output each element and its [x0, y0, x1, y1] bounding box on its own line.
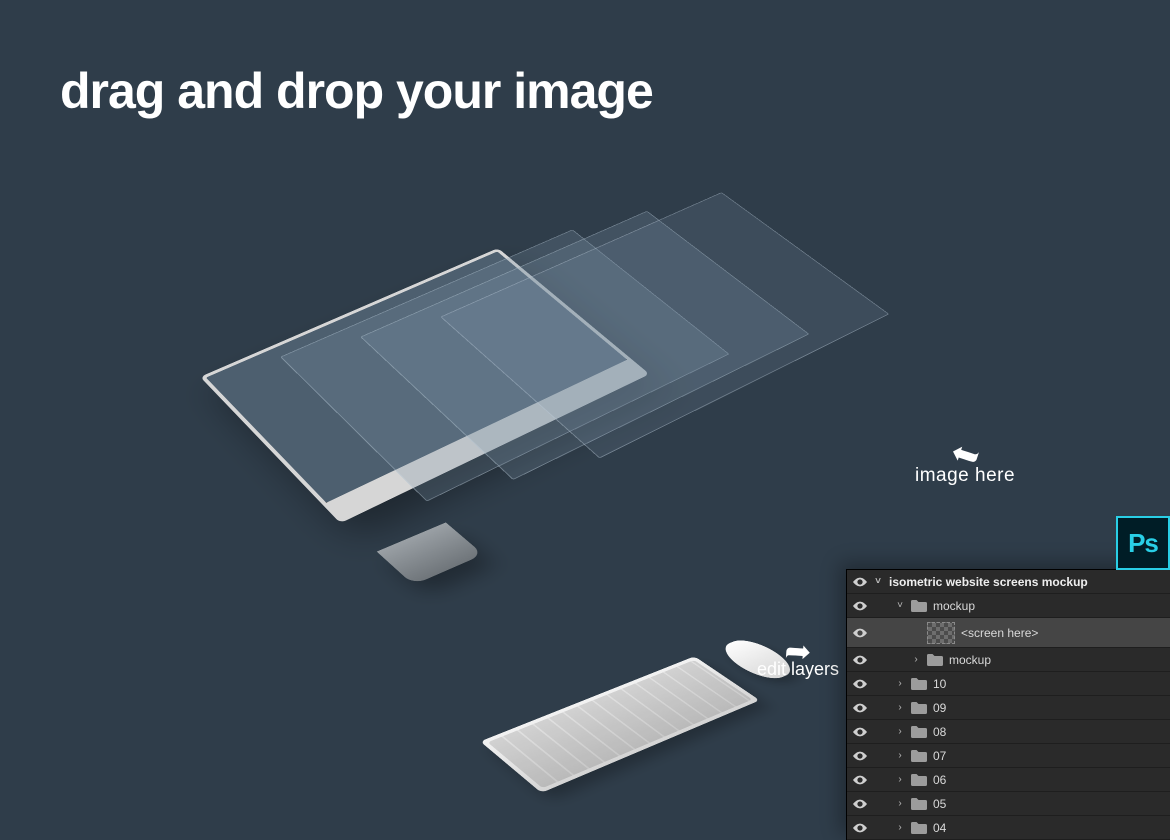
- twisty-right-icon[interactable]: ›: [895, 702, 905, 713]
- layer-group-name[interactable]: isometric website screens mockup: [889, 575, 1162, 589]
- layers-panel-header-row[interactable]: ˅ isometric website screens mockup: [847, 570, 1170, 594]
- twisty-right-icon[interactable]: ›: [895, 774, 905, 785]
- smart-object-layer-row[interactable]: <screen here>: [847, 618, 1170, 648]
- layer-name-label[interactable]: 07: [933, 749, 1162, 763]
- twisty-right-icon[interactable]: ›: [911, 654, 921, 665]
- layer-folder-row[interactable]: › 06: [847, 768, 1170, 792]
- layer-folder-row[interactable]: › 10: [847, 672, 1170, 696]
- imac-stand: [377, 522, 484, 584]
- visibility-eye-icon[interactable]: [853, 751, 867, 761]
- twisty-right-icon[interactable]: ›: [895, 726, 905, 737]
- visibility-eye-icon[interactable]: [853, 823, 867, 833]
- smart-object-thumb-icon[interactable]: [927, 622, 955, 644]
- folder-icon: [911, 726, 927, 738]
- visibility-eye-icon[interactable]: [853, 655, 867, 665]
- page-headline: drag and drop your image: [60, 62, 653, 120]
- layer-folder-row[interactable]: › 09: [847, 696, 1170, 720]
- twisty-right-icon[interactable]: ›: [895, 798, 905, 809]
- layer-name-label[interactable]: <screen here>: [961, 626, 1162, 640]
- callout-image-here: ➥ image here: [915, 445, 1015, 487]
- photoshop-app-icon: Ps: [1116, 516, 1170, 570]
- twisty-right-icon[interactable]: ›: [895, 750, 905, 761]
- layer-name-label[interactable]: mockup: [949, 653, 1162, 667]
- folder-icon: [911, 678, 927, 690]
- layer-name-label[interactable]: 08: [933, 725, 1162, 739]
- layer-name-label[interactable]: 05: [933, 797, 1162, 811]
- twisty-down-icon[interactable]: ˅: [895, 600, 905, 611]
- twisty-right-icon[interactable]: ›: [895, 678, 905, 689]
- layer-name-label[interactable]: mockup: [933, 599, 1162, 613]
- folder-icon: [911, 798, 927, 810]
- visibility-eye-icon[interactable]: [853, 679, 867, 689]
- folder-icon: [911, 702, 927, 714]
- isometric-mockup-scene: [200, 168, 820, 688]
- folder-icon: [911, 600, 927, 612]
- visibility-eye-icon[interactable]: [853, 703, 867, 713]
- visibility-eye-icon[interactable]: [853, 601, 867, 611]
- visibility-eye-icon[interactable]: [853, 628, 867, 638]
- folder-icon: [911, 774, 927, 786]
- visibility-eye-icon[interactable]: [853, 799, 867, 809]
- folder-icon: [911, 750, 927, 762]
- layer-name-label[interactable]: 09: [933, 701, 1162, 715]
- folder-icon: [927, 654, 943, 666]
- layer-name-label[interactable]: 10: [933, 677, 1162, 691]
- callout-edit-layers: ➦ edit layers: [757, 643, 839, 680]
- layer-name-label[interactable]: 06: [933, 773, 1162, 787]
- keyboard-prop: [480, 656, 760, 793]
- visibility-eye-icon[interactable]: [853, 577, 867, 587]
- layer-folder-row[interactable]: › 05: [847, 792, 1170, 816]
- twisty-right-icon[interactable]: ›: [895, 822, 905, 833]
- folder-icon: [911, 822, 927, 834]
- layer-folder-row[interactable]: › 07: [847, 744, 1170, 768]
- photoshop-layers-panel[interactable]: Ps ˅ isometric website screens mockup ˅m…: [846, 569, 1170, 840]
- visibility-eye-icon[interactable]: [853, 727, 867, 737]
- layer-folder-row[interactable]: › mockup: [847, 648, 1170, 672]
- layer-name-label[interactable]: 04: [933, 821, 1162, 835]
- layer-folder-row[interactable]: › 08: [847, 720, 1170, 744]
- layer-folder-row[interactable]: › 04: [847, 816, 1170, 840]
- visibility-eye-icon[interactable]: [853, 775, 867, 785]
- layer-folder-row[interactable]: ˅ mockup: [847, 594, 1170, 618]
- twisty-down-icon[interactable]: ˅: [873, 576, 883, 587]
